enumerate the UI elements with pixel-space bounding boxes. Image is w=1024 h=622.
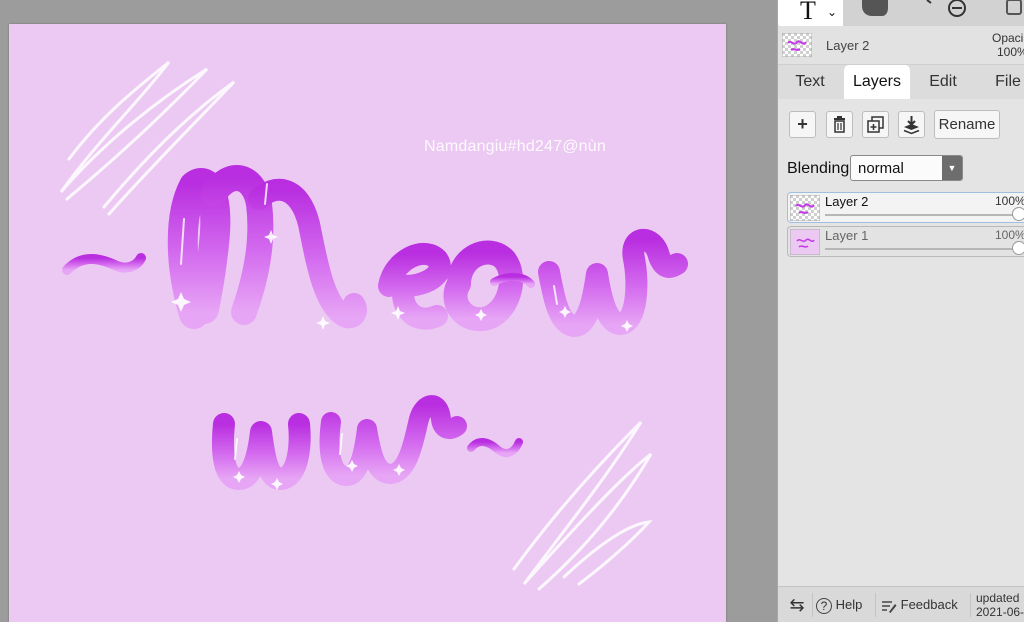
drawing-canvas[interactable]: Namdangiu#hd247@nùn [9,24,726,622]
help-label: Help [835,597,863,612]
duplicate-layer-button[interactable] [862,111,889,138]
tool-strip: T ⌄ [778,0,1024,26]
dropdown-arrow-icon: ▼ [942,156,962,180]
layer-opacity: 100% [995,194,1024,208]
duplicate-icon [867,116,884,133]
tab-layers[interactable]: Layers [844,65,910,99]
layer-thumbnail [782,33,812,57]
swap-icon: ⇆ [789,595,805,615]
layers-pane: + Rename Blending normal ▼ Layer 2 100% … [778,99,1024,586]
trash-icon [834,116,845,133]
tab-text[interactable]: Text [786,65,834,99]
blending-mode-select[interactable]: normal ▼ [850,155,963,181]
tab-file[interactable]: File [988,65,1024,99]
zoom-out-icon [926,0,966,17]
blending-label: Blending [787,160,850,177]
feedback-icon [882,600,897,613]
opacity-value[interactable]: 100% [997,45,1024,59]
layer-opacity-slider[interactable] [825,248,1021,250]
feedback-label: Feedback [900,597,958,612]
layer-row[interactable]: Layer 2 100% [787,192,1024,223]
help-icon: ? [816,597,832,614]
rename-layer-button[interactable]: Rename [934,110,1000,139]
merge-down-button[interactable] [898,111,925,138]
watermark-text: Namdangiu#hd247@nùn [424,138,606,155]
tilde-right [467,438,523,457]
opacity-label: Opaci [992,31,1024,45]
hand-icon [862,0,888,16]
zoom-out-button[interactable] [909,0,989,26]
divider [812,593,813,617]
add-layer-button[interactable]: + [789,111,816,138]
plus-icon: + [797,114,808,134]
scribble-bottom-right [512,420,653,591]
window-icon [1006,0,1022,15]
help-button[interactable]: ? Help [816,587,862,622]
layer-row[interactable]: Layer 1 100% [787,226,1024,257]
slider-knob[interactable] [1012,241,1024,255]
merge-down-icon [903,116,920,135]
divider [970,593,971,617]
slider-knob[interactable] [1012,207,1024,221]
blending-mode-value: normal [858,160,904,177]
current-layer-info: Layer 2 Opaci 100% [778,26,1024,65]
layer-name: Layer 2 [825,194,869,209]
text-tool-button[interactable]: T ⌄ [778,0,843,26]
letters-ww [211,395,467,490]
updated-label: updated [976,591,1020,605]
side-panel: T ⌄ Layer 2 Opaci 100 Text Layers Edit F… [777,0,1024,622]
divider [875,593,876,617]
letters-eow [378,228,688,337]
layer-thumbnail [790,229,820,255]
workspace-area: Namdangiu#hd247@nùn [0,0,777,622]
window-button[interactable] [991,0,1024,26]
layer-thumbnail [790,195,820,221]
updated-date: 2021-06-1 [976,605,1024,619]
layer-opacity-slider[interactable] [825,214,1021,216]
tilde-left [62,253,146,275]
feedback-button[interactable]: Feedback [881,587,958,622]
text-tool-icon: T [800,0,816,25]
layer-name: Layer 1 [825,228,869,243]
tab-edit[interactable]: Edit [918,65,968,99]
artwork [59,60,688,591]
letter-m [167,165,367,329]
hand-tool-button[interactable] [844,0,907,26]
updated-info: updated 2021-06-1 [976,591,1024,619]
delete-layer-button[interactable] [826,111,853,138]
chevron-down-icon: ⌄ [827,5,838,19]
layer-opacity: 100% [995,228,1024,242]
current-layer-name: Layer 2 [826,38,870,53]
swap-panel-button[interactable]: ⇆ [784,587,810,622]
panel-tabs: Text Layers Edit File [778,65,1024,99]
panel-footer: ⇆ ? Help Feedback updated 2021-06-1 [778,586,1024,622]
